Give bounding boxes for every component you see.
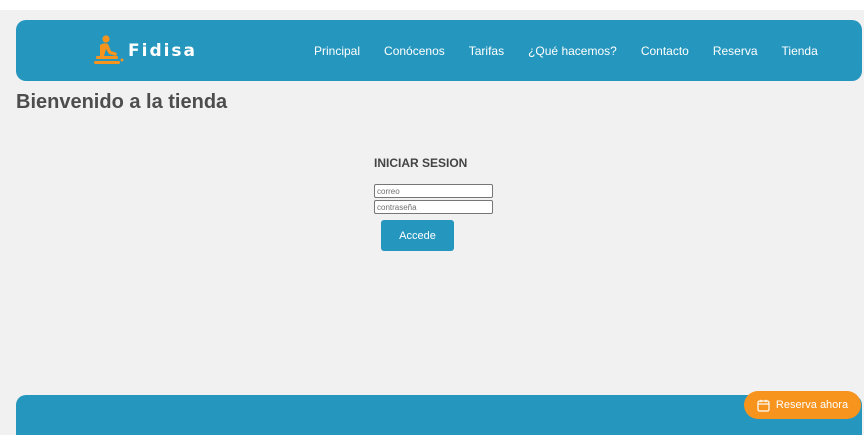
top-strip xyxy=(0,0,864,10)
password-field[interactable] xyxy=(374,200,493,214)
page-title: Bienvenido a la tienda xyxy=(16,91,228,113)
brand-name: Fidisa xyxy=(128,41,198,61)
brand-logo[interactable]: Fidisa xyxy=(94,34,197,68)
calendar-icon xyxy=(757,399,770,412)
massage-therapist-icon xyxy=(94,35,124,64)
login-submit-button[interactable]: Accede xyxy=(381,220,454,251)
nav-item-tarifas[interactable]: Tarifas xyxy=(469,44,504,58)
nav-item-que-hacemos[interactable]: ¿Qué hacemos? xyxy=(528,44,617,58)
nav-item-tienda[interactable]: Tienda xyxy=(782,44,818,58)
site-header: Fidisa Principal Conócenos Tarifas ¿Qué … xyxy=(16,20,862,81)
nav-item-contacto[interactable]: Contacto xyxy=(641,44,689,58)
login-heading: INICIAR SESION xyxy=(374,156,468,170)
main-nav: Principal Conócenos Tarifas ¿Qué hacemos… xyxy=(314,20,842,81)
site-footer xyxy=(16,395,862,435)
nav-item-reserva[interactable]: Reserva xyxy=(713,44,758,58)
email-field[interactable] xyxy=(374,184,493,198)
nav-item-principal[interactable]: Principal xyxy=(314,44,360,58)
reserve-now-button[interactable]: Reserva ahora xyxy=(744,391,861,419)
nav-item-conocenos[interactable]: Conócenos xyxy=(384,44,445,58)
reserve-now-label: Reserva ahora xyxy=(775,399,849,411)
